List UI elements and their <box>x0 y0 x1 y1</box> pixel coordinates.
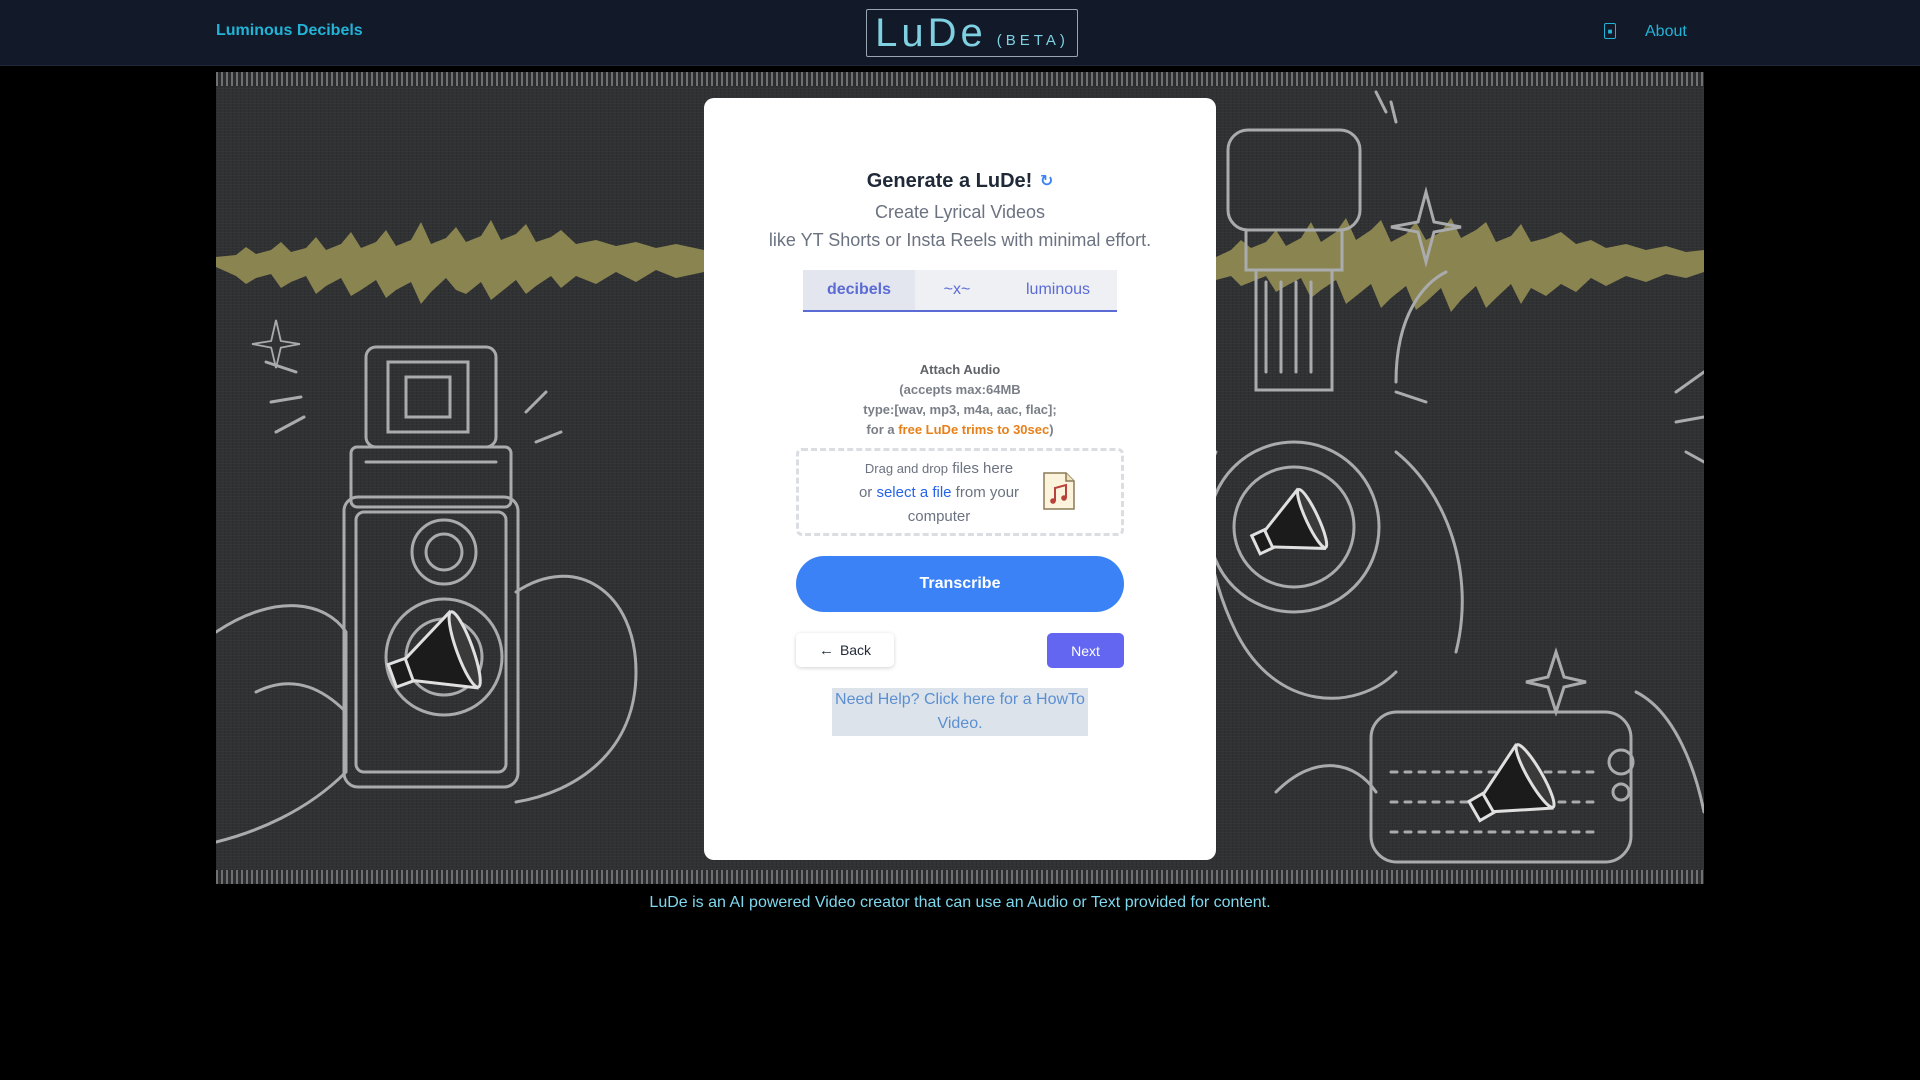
card-subtitle-2: like YT Shorts or Insta Reels with minim… <box>768 230 1152 250</box>
tab-decibels[interactable]: decibels <box>803 270 915 310</box>
megaphone-right <box>1249 487 1329 556</box>
drag-drop-label: Drag and drop <box>864 461 949 476</box>
card-title-text: Generate a LuDe! <box>866 170 1033 192</box>
about-link[interactable]: About <box>1645 23 1687 41</box>
app-logo[interactable]: LuDe (BETA) <box>866 9 1078 57</box>
next-button[interactable]: Next <box>1047 633 1124 668</box>
arrow-left-icon: ← <box>818 641 834 659</box>
tab-x[interactable]: ~x~ <box>915 270 999 310</box>
brand-link[interactable]: Luminous Decibels <box>216 22 363 40</box>
help-link-text[interactable]: Need Help? Click here for a HowTo Video. <box>832 688 1088 736</box>
tab-luminous[interactable]: luminous <box>999 270 1117 310</box>
computer-label: computer <box>907 508 971 525</box>
mode-tabs: decibels ~x~ luminous <box>803 270 1117 312</box>
from-your-label: from your <box>951 484 1020 501</box>
logo-beta-tag: (BETA) <box>996 31 1069 49</box>
hero-edge-bottom <box>216 870 1704 884</box>
logo-text: LuDe <box>875 11 987 55</box>
or-label: or <box>858 484 877 501</box>
dropzone-text: Drag and drop files here or select a fil… <box>829 457 1049 529</box>
trim-note-prefix: for a <box>866 422 899 437</box>
card-subtitle-1: Create Lyrical Videos <box>874 202 1046 222</box>
footer-description: LuDe is an AI powered Video creator that… <box>649 894 1271 911</box>
files-here-label: files here <box>948 460 1014 477</box>
top-navbar: Luminous Decibels LuDe (BETA) ■ About <box>0 0 1920 66</box>
card-title: Generate a LuDe! ↻ <box>704 170 1216 193</box>
audio-file-icon <box>1043 472 1075 510</box>
megaphone-bottom <box>1466 742 1556 823</box>
camera-sketch-right <box>1204 90 1704 864</box>
hero-edge-top <box>216 72 1704 86</box>
reload-icon[interactable]: ↻ <box>1040 171 1053 191</box>
attach-trim-note: for a free LuDe trims to 30sec) <box>704 420 1216 440</box>
file-dropzone[interactable]: Drag and drop files here or select a fil… <box>796 448 1124 536</box>
help-video-link[interactable]: Need Help? Click here for a HowTo Video. <box>704 688 1216 736</box>
theme-icon[interactable]: ■ <box>1604 23 1616 39</box>
trim-note-suffix: ) <box>1049 422 1054 437</box>
back-label: Back <box>839 642 872 658</box>
attach-audio-title: Attach Audio <box>919 362 1001 377</box>
transcribe-button[interactable]: Transcribe <box>796 556 1124 612</box>
camera-sketch-left <box>216 319 638 844</box>
attach-types: type:[wav, mp3, m4a, aac, flac]; <box>863 402 1057 417</box>
attach-max-size: (accepts max:64MB <box>899 382 1021 397</box>
select-file-link[interactable]: select a file <box>876 484 951 501</box>
free-trim-highlight: free LuDe trims to 30sec <box>898 422 1050 437</box>
back-button[interactable]: ← Back <box>796 633 894 667</box>
attach-audio-info: Attach Audio (accepts max:64MB type:[wav… <box>704 360 1216 440</box>
generate-card: Generate a LuDe! ↻ Create Lyrical Videos… <box>704 98 1216 860</box>
